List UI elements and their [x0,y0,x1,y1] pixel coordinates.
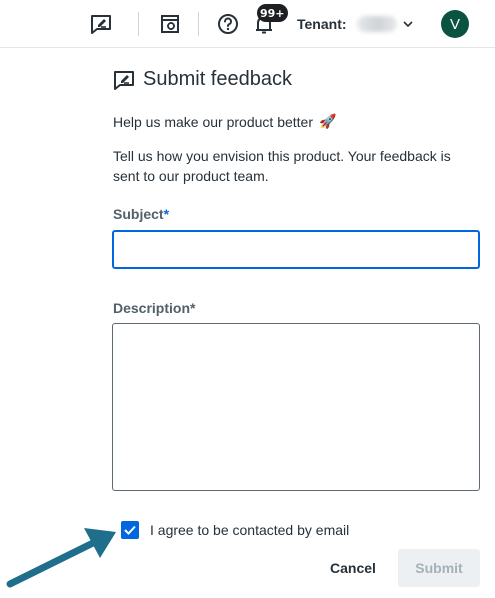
required-marker: * [163,206,170,222]
tenant-label: Tenant: [297,16,347,32]
feedback-icon[interactable] [88,11,114,37]
description-label: Description* [113,300,195,316]
rocket-icon: 🚀 [319,114,337,130]
help-icon[interactable] [215,11,241,37]
divider [138,12,139,36]
divider [198,12,199,36]
top-bar: 99+ Tenant: V [0,0,495,48]
intro-text: Help us make our product better 🚀 [113,114,336,130]
description-textarea[interactable] [112,323,480,491]
description-label-text: Description [113,300,191,316]
description-text: Tell us how you envision this product. Y… [113,148,451,184]
feedback-icon [114,70,134,90]
avatar[interactable]: V [441,10,469,38]
notification-badge: 99+ [257,4,288,22]
cancel-button[interactable]: Cancel [318,549,388,587]
panel-header: Submit feedback [113,68,292,91]
chevron-down-icon[interactable] [402,19,414,29]
page-title: Submit feedback [143,68,292,90]
annotation-arrow-icon [6,528,116,588]
admin-icon[interactable] [157,11,183,37]
tenant-selector[interactable] [357,16,397,32]
subject-label: Subject* [113,206,169,222]
subject-label-text: Subject [113,206,164,222]
intro-label: Help us make our product better [113,114,313,130]
subject-input[interactable] [112,230,480,269]
submit-button[interactable]: Submit [398,549,480,587]
required-marker: * [190,300,196,316]
agree-label[interactable]: I agree to be contacted by email [150,522,349,538]
